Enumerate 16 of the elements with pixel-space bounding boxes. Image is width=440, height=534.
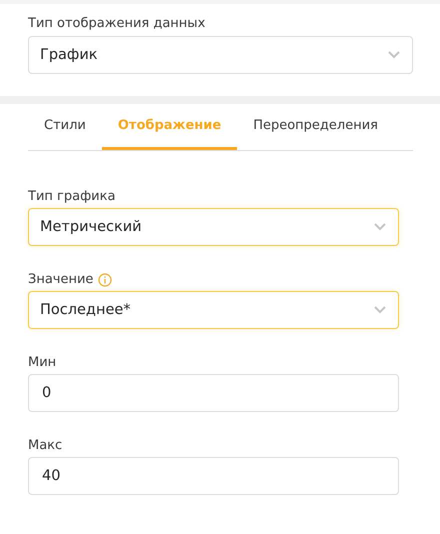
field-label: Мин bbox=[28, 355, 56, 370]
field-label: Тип отображения данных bbox=[28, 16, 206, 31]
select-field[interactable]: График bbox=[28, 36, 413, 74]
select-field[interactable]: Последнее* bbox=[28, 291, 399, 329]
tab[interactable]: Переопределения bbox=[237, 104, 394, 150]
chevron-icon bbox=[374, 223, 386, 231]
input-field[interactable]: 0 bbox=[28, 374, 399, 412]
chevron-icon bbox=[388, 51, 400, 59]
field-label: Значение bbox=[28, 272, 94, 287]
field-label: Тип графика bbox=[28, 189, 116, 204]
input-field[interactable]: 40 bbox=[28, 457, 399, 495]
info-icon[interactable] bbox=[98, 272, 112, 286]
chevron-icon bbox=[374, 306, 386, 314]
tab[interactable]: Стили bbox=[28, 104, 102, 150]
select-field[interactable]: Метрический bbox=[28, 208, 399, 246]
field-label: Макс bbox=[28, 438, 62, 453]
